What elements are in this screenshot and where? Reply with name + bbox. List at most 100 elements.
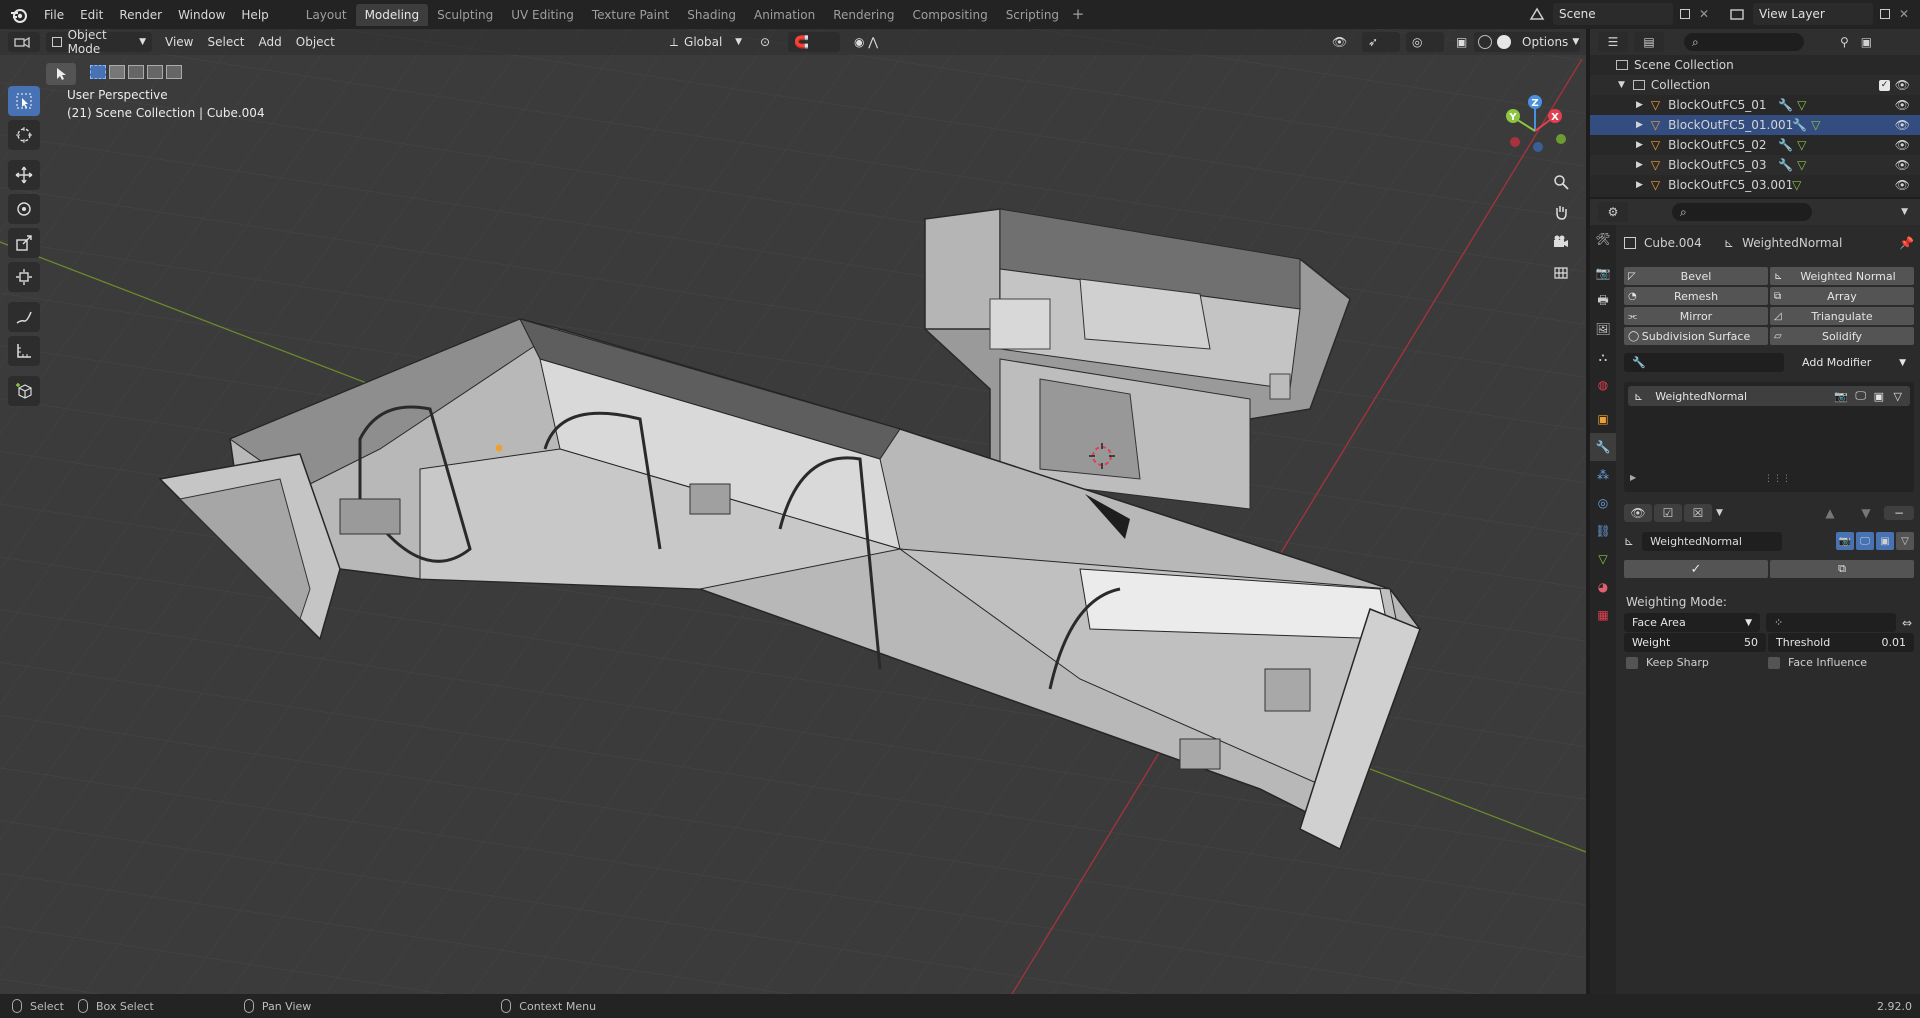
modifier-search-input[interactable]: 🔧 <box>1624 353 1784 372</box>
tab-modeling[interactable]: Modeling <box>355 3 429 26</box>
outliner-scene-collection[interactable]: Scene Collection <box>1590 55 1920 75</box>
menu-file[interactable]: File <box>36 4 72 26</box>
constraints-tab-icon[interactable]: ⛓ <box>1590 517 1616 545</box>
tab-animation[interactable]: Animation <box>745 4 824 26</box>
solid-shading-icon[interactable] <box>1497 35 1511 49</box>
outliner-item[interactable]: ▶ ▽ BlockOutFC5_03 🔧 ▽ 👁 <box>1590 155 1920 175</box>
viewport-toggle-icon[interactable]: 🖵 <box>1855 389 1866 403</box>
new-view-layer-icon[interactable] <box>1875 3 1895 25</box>
cage-toggle-icon[interactable]: ▽ <box>1896 532 1914 550</box>
modifier-wrench-icon[interactable]: 🔧 <box>1778 98 1793 112</box>
blender-logo-icon[interactable] <box>8 4 30 26</box>
xray-toggle-icon[interactable]: ▣ <box>1450 32 1470 52</box>
object-menu[interactable]: Object <box>289 32 342 52</box>
mirror-modifier-button[interactable]: ⫘ Mirror <box>1624 307 1768 325</box>
render-toggle-icon[interactable]: 📷 <box>1834 390 1848 403</box>
weight-field[interactable]: Weight 50 <box>1624 633 1766 652</box>
remove-view-layer-icon[interactable]: ✕ <box>1896 3 1912 25</box>
cage-toggle-icon[interactable]: ▽ <box>1894 390 1902 403</box>
subtract-selection-icon[interactable] <box>128 65 144 79</box>
disclosure-closed-icon[interactable]: ▶ <box>1636 160 1643 170</box>
mode-selector[interactable]: Object Mode ▼ <box>46 29 152 56</box>
new-collection-icon[interactable]: ▣ <box>1861 35 1872 49</box>
modifier-wrench-icon[interactable]: 🔧 <box>1792 118 1807 132</box>
ortho-grid-icon[interactable] <box>1547 258 1575 286</box>
remove-scene-icon[interactable]: ✕ <box>1696 3 1712 25</box>
particles-tab-icon[interactable]: ⁂ <box>1590 461 1616 489</box>
vertex-group-field[interactable]: ⁘ <box>1766 613 1896 632</box>
visibility-eye-icon[interactable]: 👁 <box>1895 158 1910 172</box>
disclosure-closed-icon[interactable]: ▶ <box>1636 140 1643 150</box>
snap-toggle-icon[interactable]: 🧲 <box>788 32 840 52</box>
render-toggle-icon[interactable]: 📷 <box>1836 532 1854 550</box>
properties-editor-type-icon[interactable]: ⚙ <box>1598 202 1628 222</box>
tab-shading[interactable]: Shading <box>678 4 745 26</box>
zoom-icon[interactable] <box>1547 168 1575 196</box>
gizmo-toggle-icon[interactable]: ➶ <box>1362 32 1400 52</box>
annotate-tool-icon[interactable] <box>8 302 40 332</box>
threshold-field[interactable]: Threshold 0.01 <box>1768 633 1914 652</box>
menu-help[interactable]: Help <box>233 4 276 26</box>
weighting-mode-dropdown[interactable]: Face Area ▼ <box>1624 613 1760 632</box>
rotate-tool-icon[interactable] <box>8 194 40 224</box>
outliner-item[interactable]: ▶ ▽ BlockOutFC5_01 🔧 ▽ 👁 <box>1590 95 1920 115</box>
properties-search-input[interactable]: ⌕ <box>1672 203 1812 221</box>
proportional-edit-icon[interactable]: ◉ ⋀ <box>848 32 898 52</box>
add-workspace-button[interactable]: + <box>1068 4 1088 26</box>
viewport-toggle-icon[interactable]: 🖵 <box>1856 532 1874 550</box>
move-up-icon[interactable]: ▲ <box>1812 506 1848 520</box>
mesh-data-tab-icon[interactable]: ▽ <box>1590 545 1616 573</box>
mesh-data-icon[interactable]: ▽ <box>1792 178 1801 192</box>
disclosure-closed-icon[interactable]: ▶ <box>1636 120 1643 130</box>
visibility-eye-icon[interactable]: 👁 <box>1895 178 1910 192</box>
render-tab-icon[interactable]: 📷 <box>1590 259 1616 287</box>
move-tool-icon[interactable] <box>8 160 40 190</box>
tab-rendering[interactable]: Rendering <box>824 4 903 26</box>
scene-name-field[interactable]: Scene <box>1553 3 1673 25</box>
duplicate-button[interactable]: ⧉ <box>1770 560 1914 578</box>
expand-arrow-icon[interactable]: ▶ <box>1630 473 1636 482</box>
editmode-toggle-icon[interactable]: ▣ <box>1874 390 1884 403</box>
properties-options-icon[interactable]: ▼ <box>1901 207 1908 217</box>
pan-hand-icon[interactable] <box>1547 198 1575 226</box>
face-influence-checkbox[interactable]: Face Influence <box>1768 656 1867 669</box>
tab-texture-paint[interactable]: Texture Paint <box>583 4 678 26</box>
chevron-down-icon[interactable]: ▼ <box>1716 508 1723 518</box>
select-menu[interactable]: Select <box>200 32 251 52</box>
outliner-search-input[interactable]: ⌕ <box>1684 33 1804 51</box>
invert-selection-icon[interactable] <box>147 65 163 79</box>
collection-checkbox-icon[interactable]: ✓ <box>1879 79 1890 91</box>
extend-selection-icon[interactable] <box>109 65 125 79</box>
new-selection-icon[interactable] <box>90 65 106 79</box>
keep-sharp-checkbox[interactable]: Keep Sharp <box>1626 656 1709 669</box>
tool-tab-icon[interactable]: 🛠 <box>1590 225 1616 253</box>
stack-apply-all-icon[interactable]: ☑ <box>1654 504 1682 522</box>
visibility-eye-icon[interactable]: 👁 <box>1895 138 1910 152</box>
modifier-wrench-icon[interactable]: 🔧 <box>1778 138 1793 152</box>
move-down-icon[interactable]: ▼ <box>1848 506 1884 520</box>
select-box-tool-icon[interactable] <box>8 86 40 116</box>
add-menu[interactable]: Add <box>252 32 289 52</box>
disclosure-open-icon[interactable]: ▼ <box>1618 80 1625 90</box>
outliner-item[interactable]: ▶ ▽ BlockOutFC5_03.001 ▽ 👁 <box>1590 175 1920 195</box>
3d-viewport[interactable]: Object Mode ▼ View Select Add Object ⟂ G… <box>0 29 1586 994</box>
scene-selector-icon[interactable] <box>1522 3 1552 25</box>
mesh-data-icon[interactable]: ▽ <box>1797 98 1806 112</box>
physics-tab-icon[interactable]: ◎ <box>1590 489 1616 517</box>
modifier-wrench-icon[interactable]: 🔧 <box>1778 158 1793 172</box>
disclosure-closed-icon[interactable]: ▶ <box>1636 100 1643 110</box>
pin-icon[interactable]: 📌 <box>1899 236 1914 250</box>
transform-orientation-selector[interactable]: ⟂ Global ▼ <box>664 32 748 52</box>
solidify-modifier-button[interactable]: ▱ Solidify <box>1770 327 1914 345</box>
object-tab-icon[interactable]: ▣ <box>1590 405 1616 433</box>
apply-button[interactable]: ✓ <box>1624 560 1768 578</box>
active-tool-icon[interactable] <box>46 63 76 85</box>
view-layer-tab-icon[interactable]: 🖼 <box>1590 315 1616 343</box>
menu-edit[interactable]: Edit <box>72 4 111 26</box>
visibility-eye-icon[interactable]: 👁 <box>1895 118 1910 132</box>
world-tab-icon[interactable]: ◍ <box>1590 371 1616 399</box>
triangulate-modifier-button[interactable]: ◿ Triangulate <box>1770 307 1914 325</box>
stack-visibility-icon[interactable]: 👁 <box>1624 504 1652 522</box>
editmode-toggle-icon[interactable]: ▣ <box>1876 532 1894 550</box>
view-menu[interactable]: View <box>158 32 200 52</box>
